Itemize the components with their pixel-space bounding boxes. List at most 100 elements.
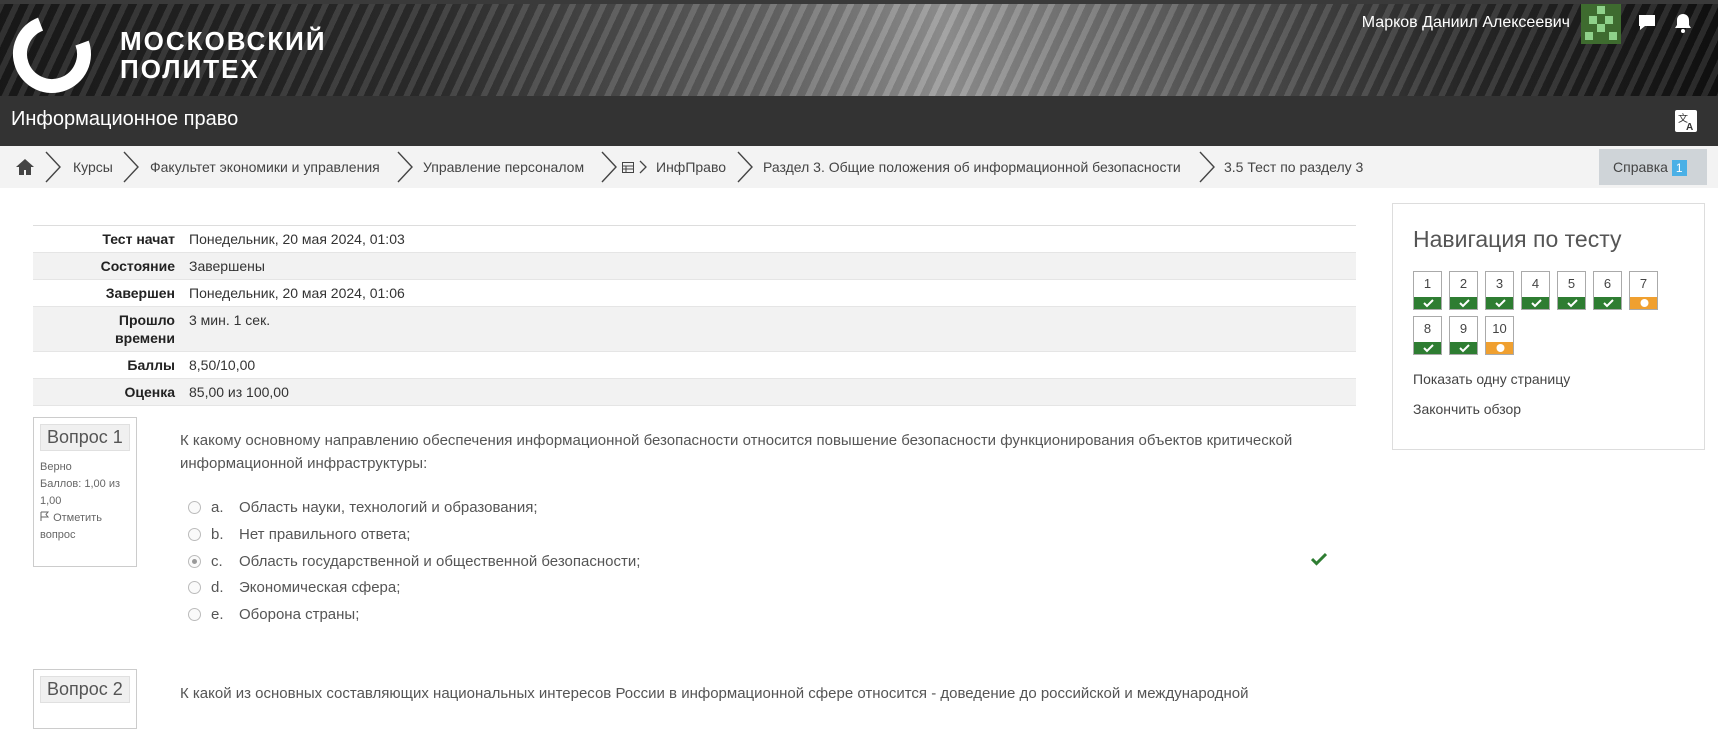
- quiz-nav-button[interactable]: 4: [1521, 271, 1550, 310]
- question-text: К какой из основных составляющих национа…: [180, 685, 1249, 702]
- flag-question-link[interactable]: Отметить вопрос: [40, 510, 130, 544]
- correct-status: [1450, 342, 1477, 354]
- quiz-nav-button[interactable]: 1: [1413, 271, 1442, 310]
- question-info-box: Вопрос 2: [33, 669, 137, 729]
- correct-status: [1414, 297, 1441, 309]
- quiz-nav-button[interactable]: 10: [1485, 316, 1514, 355]
- answer-radio[interactable]: [188, 501, 201, 514]
- check-icon: [1311, 552, 1327, 566]
- summary-value: 8,50/10,00: [189, 357, 256, 373]
- answer-option-selected[interactable]: c. Область государственной и общественно…: [188, 553, 640, 570]
- quiz-nav-number: 10: [1492, 321, 1507, 336]
- quiz-nav-button[interactable]: 9: [1449, 316, 1478, 355]
- quiz-nav-button[interactable]: 6: [1593, 271, 1622, 310]
- summary-value: Завершены: [189, 258, 265, 274]
- avatar-pattern-icon: [1585, 6, 1617, 40]
- quiz-nav-number: 3: [1495, 276, 1504, 291]
- answer-option[interactable]: b. Нет правильного ответа;: [188, 526, 410, 543]
- check-icon: [1459, 344, 1470, 353]
- breadcrumb-item-faculty[interactable]: Факультет экономики и управления: [150, 159, 380, 175]
- flag-question-label: Отметить вопрос: [40, 512, 102, 541]
- answer-radio[interactable]: [188, 608, 201, 621]
- breadcrumb-item-section[interactable]: Раздел 3. Общие положения об информацион…: [763, 159, 1181, 175]
- summary-label: Завершен: [105, 285, 175, 301]
- quiz-navigation-title: Навигация по тесту: [1413, 226, 1622, 252]
- summary-value: Понедельник, 20 мая 2024, 01:06: [189, 285, 405, 301]
- quiz-nav-button[interactable]: 2: [1449, 271, 1478, 310]
- avatar[interactable]: [1581, 4, 1621, 44]
- summary-row-marks: Баллы 8,50/10,00: [33, 352, 1356, 379]
- flag-icon: [40, 511, 50, 521]
- breadcrumb-item-quiz[interactable]: 3.5 Тест по разделу 3: [1224, 159, 1363, 175]
- header-top-border: [0, 0, 1718, 4]
- check-icon: [1567, 299, 1578, 308]
- summary-label: Прошло времени: [115, 312, 175, 346]
- breadcrumb: Курсы Факультет экономики и управления У…: [0, 146, 1718, 188]
- quiz-nav-number: 5: [1567, 276, 1576, 291]
- logo-text[interactable]: московский политех: [120, 27, 327, 83]
- answer-option[interactable]: a. Область науки, технологий и образован…: [188, 499, 538, 516]
- notifications-bell-icon[interactable]: [1672, 12, 1694, 34]
- quiz-nav-button[interactable]: 3: [1485, 271, 1514, 310]
- check-icon: [1423, 299, 1434, 308]
- question-status: Верно: [40, 461, 72, 473]
- summary-label: Оценка: [124, 384, 175, 400]
- answer-text: Оборона страны;: [239, 606, 360, 623]
- summary-value: 85,00 из 100,00: [189, 384, 289, 400]
- answer-text: Область государственной и общественной б…: [239, 553, 641, 570]
- quiz-nav-button[interactable]: 7: [1629, 271, 1658, 310]
- summary-label: Состояние: [100, 258, 175, 274]
- quiz-nav-number: 6: [1603, 276, 1612, 291]
- answer-radio[interactable]: [188, 581, 201, 594]
- breadcrumb-separator-icon: [45, 151, 61, 183]
- breadcrumb-separator-icon: [737, 151, 753, 183]
- summary-row-time-taken: Прошло времени 3 мин. 1 сек.: [33, 307, 1356, 352]
- correct-status: [1450, 297, 1477, 309]
- answer-option[interactable]: d. Экономическая сфера;: [188, 579, 400, 596]
- polytech-logo-icon[interactable]: [12, 14, 92, 94]
- answer-letter: e.: [211, 606, 224, 623]
- answer-letter: a.: [211, 499, 224, 516]
- answer-text: Экономическая сфера;: [239, 579, 401, 596]
- question-number: Вопрос 1: [40, 424, 130, 451]
- help-count-badge: 1: [1671, 160, 1687, 176]
- question-text: К какому основному направлению обеспечен…: [180, 432, 1293, 472]
- check-icon: [1603, 299, 1614, 308]
- summary-row-state: Состояние Завершены: [33, 253, 1356, 280]
- summary-label: Тест начат: [102, 231, 175, 247]
- question-points: Баллов: 1,00 из 1,00: [40, 478, 121, 507]
- logo-line2: политех: [120, 54, 260, 84]
- summary-row-started: Тест начат Понедельник, 20 мая 2024, 01:…: [33, 226, 1356, 253]
- quiz-nav-button[interactable]: 5: [1557, 271, 1586, 310]
- finish-review-link[interactable]: Закончить обзор: [1413, 401, 1521, 417]
- messages-icon[interactable]: [1636, 12, 1658, 34]
- question-info-box: Вопрос 1 Верно Баллов: 1,00 из 1,00 Отме…: [33, 417, 137, 567]
- attempt-summary-table: Тест начат Понедельник, 20 мая 2024, 01:…: [33, 225, 1356, 406]
- partial-status: [1630, 297, 1657, 309]
- help-button[interactable]: Справка 1: [1599, 149, 1707, 185]
- partial-dot-icon: [1496, 344, 1505, 352]
- user-name[interactable]: Марков Даниил Алексеевич: [1362, 14, 1570, 32]
- home-icon[interactable]: [15, 158, 35, 176]
- help-button-label: Справка: [1613, 159, 1668, 175]
- summary-row-grade: Оценка 85,00 из 100,00: [33, 379, 1356, 406]
- breadcrumb-item-courses[interactable]: Курсы: [73, 159, 113, 175]
- summary-label: Баллы: [127, 357, 175, 373]
- answer-letter: c.: [211, 553, 223, 570]
- breadcrumb-item-course[interactable]: ИнфПраво: [656, 159, 726, 175]
- answer-radio-selected[interactable]: [188, 555, 201, 568]
- correct-status: [1594, 297, 1621, 309]
- answer-text: Область науки, технологий и образования;: [239, 499, 538, 516]
- show-one-page-link[interactable]: Показать одну страницу: [1413, 371, 1570, 387]
- breadcrumb-item-program[interactable]: Управление персоналом: [423, 159, 584, 175]
- breadcrumb-separator-icon: [123, 151, 139, 183]
- quiz-navigation-block: Навигация по тесту 1 2 3 4 5 6 7 8 9 10 …: [1392, 203, 1705, 450]
- answer-letter: d.: [211, 579, 224, 596]
- answer-option[interactable]: e. Оборона страны;: [188, 606, 359, 623]
- svg-text:A: A: [1686, 122, 1693, 132]
- answer-radio[interactable]: [188, 528, 201, 541]
- question-number: Вопрос 2: [40, 676, 130, 703]
- translate-icon[interactable]: 文 A: [1675, 110, 1697, 132]
- answer-text: Нет правильного ответа;: [239, 526, 411, 543]
- quiz-nav-button[interactable]: 8: [1413, 316, 1442, 355]
